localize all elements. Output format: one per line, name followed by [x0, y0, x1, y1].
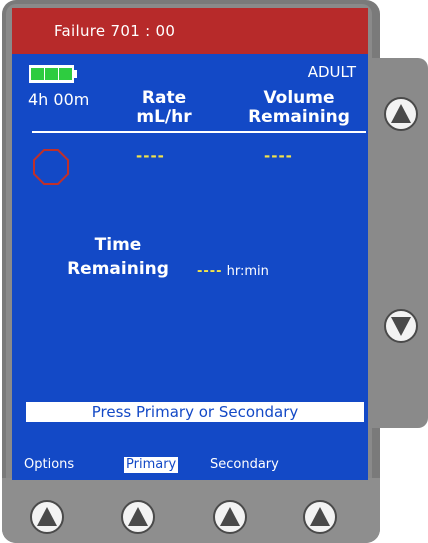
arrow-up-icon: [37, 507, 57, 526]
prompt-message: Press Primary or Secondary: [26, 402, 364, 422]
softkey-primary-label[interactable]: Primary: [124, 457, 179, 473]
time-remaining-line2: Remaining: [67, 259, 169, 279]
volume-remaining-value: ----: [264, 147, 293, 165]
header-divider: [32, 131, 366, 133]
rate-value: ----: [136, 147, 165, 165]
volume-column-header: Volume Remaining: [236, 89, 362, 127]
volume-header-line1: Volume: [263, 88, 335, 108]
softkey-1-button[interactable]: [30, 500, 64, 534]
stop-octagon-icon: [33, 149, 69, 185]
time-remaining-unit: hr:min: [226, 264, 269, 279]
battery-time-remaining: 4h 00m: [28, 90, 90, 109]
battery-cell: [59, 68, 72, 80]
time-remaining-readout: ---- hr:min: [197, 264, 269, 279]
battery-cell: [31, 68, 44, 80]
scroll-up-button[interactable]: [384, 97, 418, 131]
rate-header-line1: Rate: [141, 88, 187, 108]
battery-full-icon: [29, 65, 77, 83]
pump-display: Failure 701 : 00 ADULT 4h 00m Rate mL/hr…: [12, 8, 368, 480]
softkey-4-button[interactable]: [303, 500, 337, 534]
arrow-up-icon: [220, 507, 240, 526]
arrow-down-icon: [391, 317, 411, 336]
time-remaining-value: ----: [197, 264, 223, 279]
arrow-up-icon: [310, 507, 330, 526]
volume-header-line2: Remaining: [248, 107, 350, 127]
arrow-up-icon: [391, 104, 411, 123]
time-remaining-label: Time Remaining: [58, 233, 178, 281]
battery-cell: [45, 68, 58, 80]
softkey-2-button[interactable]: [121, 500, 155, 534]
scroll-down-button[interactable]: [384, 309, 418, 343]
patient-mode-label: ADULT: [307, 63, 356, 81]
arrow-up-icon: [128, 507, 148, 526]
softkey-3-button[interactable]: [213, 500, 247, 534]
softkey-secondary-label[interactable]: Secondary: [208, 457, 281, 473]
rate-header-line2: mL/hr: [136, 107, 192, 127]
softkey-options-label[interactable]: Options: [22, 457, 76, 473]
time-remaining-line1: Time: [94, 235, 142, 255]
rate-column-header: Rate mL/hr: [124, 89, 204, 127]
title-bar: Failure 701 : 00: [12, 8, 368, 54]
failure-title: Failure 701 : 00: [54, 22, 176, 40]
